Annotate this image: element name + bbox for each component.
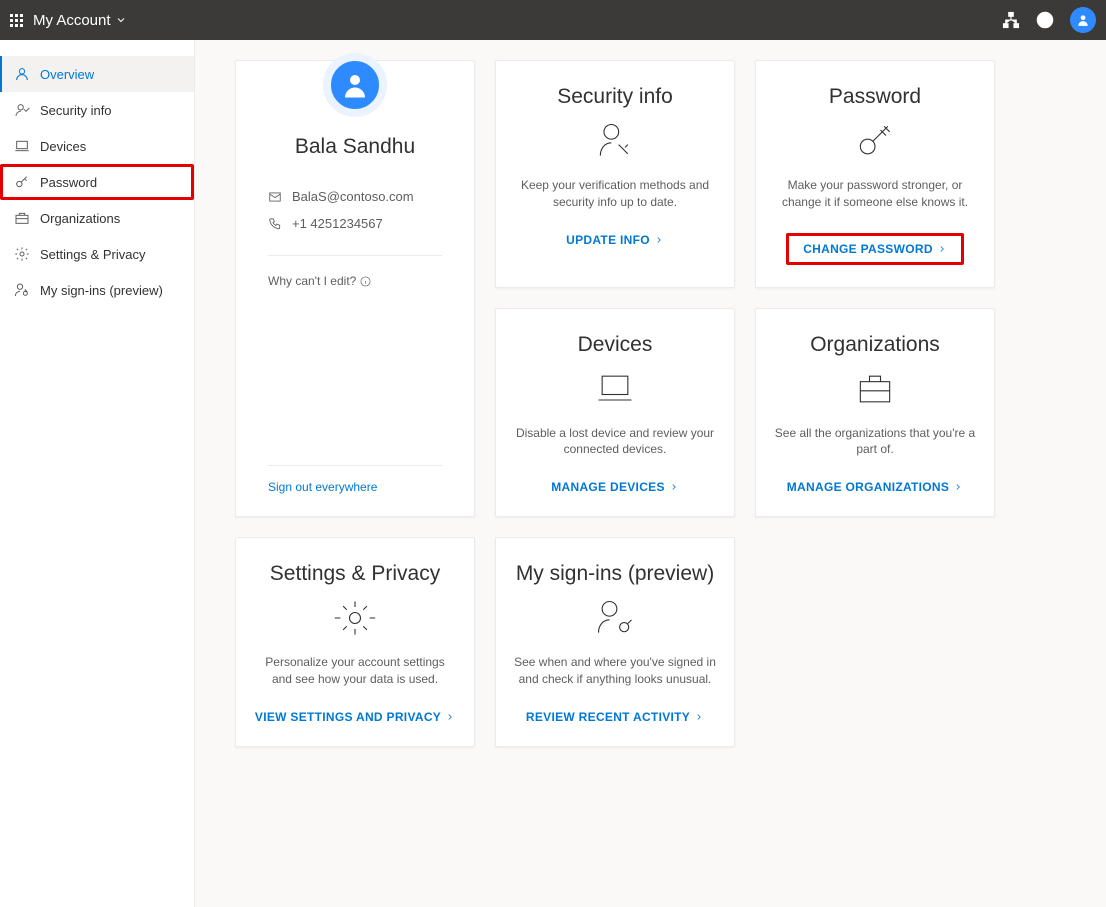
profile-name: Bala Sandhu bbox=[295, 135, 415, 159]
profile-email: BalaS@contoso.com bbox=[292, 189, 414, 204]
view-settings-privacy-button[interactable]: VIEW SETTINGS AND PRIVACY bbox=[255, 710, 455, 724]
card-title: Security info bbox=[557, 85, 673, 109]
profile-phone: +1 4251234567 bbox=[292, 216, 383, 231]
action-label: MANAGE ORGANIZATIONS bbox=[787, 480, 949, 494]
change-password-button[interactable]: CHANGE PASSWORD bbox=[786, 233, 964, 265]
card-signins: My sign-ins (preview) See when and where… bbox=[495, 537, 735, 747]
content: Bala Sandhu BalaS@contoso.com +1 4251234… bbox=[195, 40, 1106, 907]
card-devices: Devices Disable a lost device and review… bbox=[495, 308, 735, 518]
card-desc: Personalize your account settings and se… bbox=[254, 654, 456, 688]
info-icon bbox=[360, 276, 371, 287]
card-desc: Keep your verification methods and secur… bbox=[514, 177, 716, 211]
update-info-button[interactable]: UPDATE INFO bbox=[566, 233, 664, 247]
sidebar-item-security[interactable]: Security info bbox=[0, 92, 194, 128]
sidebar-item-organizations[interactable]: Organizations bbox=[0, 200, 194, 236]
card-desc: Make your password stronger, or change i… bbox=[774, 177, 976, 211]
chevron-down-icon bbox=[115, 14, 127, 26]
card-desc: See when and where you've signed in and … bbox=[514, 654, 716, 688]
topbar: My Account bbox=[0, 0, 1106, 40]
app-title-label: My Account bbox=[33, 12, 111, 29]
org-chart-icon[interactable] bbox=[1002, 11, 1020, 29]
card-settings-privacy: Settings & Privacy Personalize your acco… bbox=[235, 537, 475, 747]
divider bbox=[268, 465, 442, 466]
user-avatar-top[interactable] bbox=[1070, 7, 1096, 33]
card-organizations: Organizations See all the organizations … bbox=[755, 308, 995, 518]
sign-out-everywhere-link[interactable]: Sign out everywhere bbox=[254, 480, 456, 494]
sidebar-item-label: Devices bbox=[40, 139, 86, 154]
why-cant-edit[interactable]: Why can't I edit? bbox=[254, 274, 456, 288]
sidebar-item-devices[interactable]: Devices bbox=[0, 128, 194, 164]
chevron-right-icon bbox=[669, 482, 679, 492]
card-desc: See all the organizations that you're a … bbox=[774, 425, 976, 459]
sidebar: Overview Security info Devices Password … bbox=[0, 40, 195, 907]
signin-icon bbox=[14, 282, 30, 298]
chevron-right-icon bbox=[654, 235, 664, 245]
user-avatar-icon bbox=[323, 53, 387, 117]
phone-icon bbox=[268, 217, 282, 231]
key-icon bbox=[14, 174, 30, 190]
chevron-right-icon bbox=[953, 482, 963, 492]
chevron-right-icon bbox=[937, 244, 947, 254]
action-label: CHANGE PASSWORD bbox=[803, 242, 933, 256]
security-info-icon bbox=[593, 119, 637, 163]
sidebar-item-label: Settings & Privacy bbox=[40, 247, 146, 262]
manage-devices-button[interactable]: MANAGE DEVICES bbox=[551, 480, 679, 494]
sidebar-item-label: Organizations bbox=[40, 211, 120, 226]
card-title: Password bbox=[829, 85, 921, 109]
sidebar-item-label: Password bbox=[40, 175, 97, 190]
action-label: MANAGE DEVICES bbox=[551, 480, 665, 494]
manage-organizations-button[interactable]: MANAGE ORGANIZATIONS bbox=[787, 480, 963, 494]
divider bbox=[268, 255, 442, 256]
action-label: REVIEW RECENT ACTIVITY bbox=[526, 710, 690, 724]
person-icon bbox=[14, 66, 30, 82]
chevron-right-icon bbox=[445, 712, 455, 722]
card-title: Settings & Privacy bbox=[270, 562, 440, 586]
app-title[interactable]: My Account bbox=[33, 12, 127, 29]
review-recent-activity-button[interactable]: REVIEW RECENT ACTIVITY bbox=[526, 710, 704, 724]
why-edit-label: Why can't I edit? bbox=[268, 274, 356, 288]
sidebar-item-label: Overview bbox=[40, 67, 94, 82]
app-launcher-icon[interactable] bbox=[10, 14, 23, 27]
card-title: Organizations bbox=[810, 333, 940, 357]
sidebar-item-label: Security info bbox=[40, 103, 112, 118]
security-icon bbox=[14, 102, 30, 118]
signin-icon bbox=[593, 596, 637, 640]
card-title: Devices bbox=[578, 333, 653, 357]
laptop-icon bbox=[14, 138, 30, 154]
gear-icon bbox=[333, 596, 377, 640]
gear-icon bbox=[14, 246, 30, 262]
mail-icon bbox=[268, 190, 282, 204]
card-profile: Bala Sandhu BalaS@contoso.com +1 4251234… bbox=[235, 60, 475, 517]
chevron-right-icon bbox=[694, 712, 704, 722]
profile-phone-row: +1 4251234567 bbox=[254, 210, 456, 237]
sidebar-item-settings[interactable]: Settings & Privacy bbox=[0, 236, 194, 272]
action-label: VIEW SETTINGS AND PRIVACY bbox=[255, 710, 441, 724]
sidebar-item-overview[interactable]: Overview bbox=[0, 56, 194, 92]
card-password: Password Make your password stronger, or… bbox=[755, 60, 995, 288]
sidebar-item-signins[interactable]: My sign-ins (preview) bbox=[0, 272, 194, 308]
briefcase-icon bbox=[14, 210, 30, 226]
key-icon bbox=[853, 119, 897, 163]
profile-email-row: BalaS@contoso.com bbox=[254, 183, 456, 210]
help-icon[interactable] bbox=[1036, 11, 1054, 29]
sidebar-item-label: My sign-ins (preview) bbox=[40, 283, 163, 298]
card-security-info: Security info Keep your verification met… bbox=[495, 60, 735, 288]
briefcase-icon bbox=[853, 367, 897, 411]
sidebar-item-password[interactable]: Password bbox=[0, 164, 194, 200]
card-title: My sign-ins (preview) bbox=[516, 562, 714, 586]
action-label: UPDATE INFO bbox=[566, 233, 650, 247]
laptop-icon bbox=[593, 367, 637, 411]
card-desc: Disable a lost device and review your co… bbox=[514, 425, 716, 459]
